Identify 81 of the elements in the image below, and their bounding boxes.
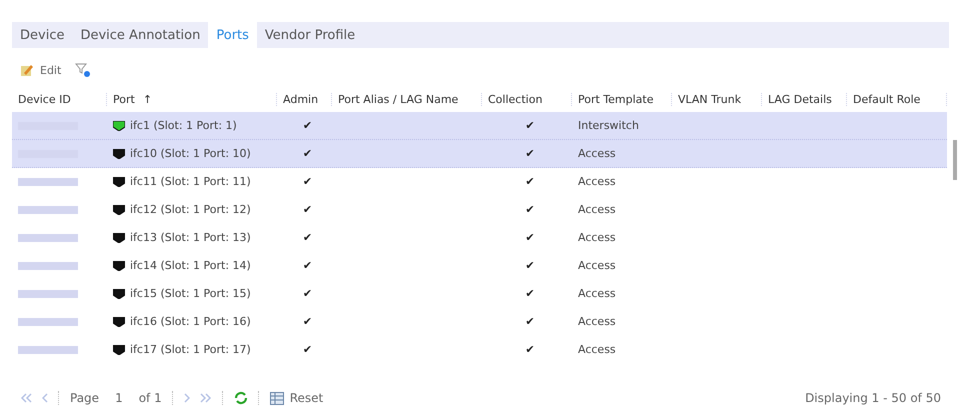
- check-mark: ✔: [302, 175, 312, 188]
- check-mark: ✔: [302, 119, 312, 132]
- page-input[interactable]: 1: [109, 391, 129, 405]
- redacted-block: [18, 318, 78, 326]
- filter-icon: [75, 62, 92, 78]
- check-mark: ✔: [525, 259, 535, 272]
- tab[interactable]: Vendor Profile: [256, 22, 364, 48]
- table-cell: Access: [578, 343, 616, 356]
- reset-button[interactable]: Reset: [270, 391, 324, 405]
- table-row[interactable]: ifc14 (Slot: 1 Port: 14) ✔ ✔ Access: [12, 252, 947, 280]
- column-header[interactable]: Default Role: [847, 93, 947, 106]
- tab[interactable]: Device: [12, 22, 72, 48]
- display-count: Displaying 1 - 50 of 50: [805, 391, 941, 405]
- tab[interactable]: Device Annotation: [72, 22, 208, 48]
- table-icon: [270, 392, 284, 404]
- refresh-icon[interactable]: [234, 391, 248, 405]
- check-mark: ✔: [525, 287, 535, 300]
- check-mark: ✔: [525, 147, 535, 160]
- table-row[interactable]: ifc16 (Slot: 1 Port: 16) ✔ ✔ Access: [12, 308, 947, 336]
- table-cell: ifc17 (Slot: 1 Port: 17): [130, 343, 251, 356]
- check-mark: ✔: [525, 175, 535, 188]
- edit-button[interactable]: Edit: [20, 63, 62, 77]
- table-row[interactable]: ifc13 (Slot: 1 Port: 13) ✔ ✔ Access: [12, 224, 947, 252]
- table-row[interactable]: ifc15 (Slot: 1 Port: 15) ✔ ✔ Access: [12, 280, 947, 308]
- table-row[interactable]: ifc11 (Slot: 1 Port: 11) ✔ ✔ Access: [12, 168, 947, 196]
- redacted-block: [18, 346, 78, 354]
- last-page-icon[interactable]: [200, 393, 212, 403]
- table-cell: ifc12 (Slot: 1 Port: 12): [130, 203, 251, 216]
- check-mark: ✔: [525, 119, 535, 132]
- page-label: Page: [70, 391, 100, 405]
- column-header[interactable]: Port Alias / LAG Name: [332, 93, 482, 106]
- pencil-icon: [20, 63, 34, 77]
- table-cell: ifc16 (Slot: 1 Port: 16): [130, 315, 251, 328]
- check-mark: ✔: [302, 315, 312, 328]
- redacted-block: [18, 290, 78, 298]
- column-header[interactable]: Port ↑: [107, 93, 277, 106]
- next-page-icon[interactable]: [184, 393, 190, 403]
- table-cell: Access: [578, 203, 616, 216]
- first-page-icon[interactable]: [20, 393, 32, 403]
- column-header[interactable]: VLAN Trunk: [672, 93, 762, 106]
- check-mark: ✔: [525, 203, 535, 216]
- table-row[interactable]: ifc1 (Slot: 1 Port: 1) ✔ ✔ Interswitch: [12, 112, 947, 140]
- check-mark: ✔: [302, 343, 312, 356]
- table-cell: ifc14 (Slot: 1 Port: 14): [130, 259, 251, 272]
- table-cell: ifc1 (Slot: 1 Port: 1): [130, 119, 237, 132]
- column-header[interactable]: LAG Details: [762, 93, 847, 106]
- filter-button[interactable]: [75, 62, 92, 78]
- check-mark: ✔: [525, 231, 535, 244]
- table-cell: Access: [578, 175, 616, 188]
- table-cell: Access: [578, 287, 616, 300]
- table-cell: Interswitch: [578, 119, 639, 132]
- check-mark: ✔: [525, 315, 535, 328]
- column-header[interactable]: Collection: [482, 93, 572, 106]
- table-cell: Access: [578, 259, 616, 272]
- table-row[interactable]: ifc17 (Slot: 1 Port: 17) ✔ ✔ Access: [12, 336, 947, 364]
- previous-page-icon[interactable]: [42, 393, 48, 403]
- page-count: of 1: [138, 391, 162, 405]
- check-mark: ✔: [302, 203, 312, 216]
- table-cell: ifc13 (Slot: 1 Port: 13): [130, 231, 251, 244]
- table-cell: Access: [578, 147, 616, 160]
- check-mark: ✔: [525, 343, 535, 356]
- check-mark: ✔: [302, 147, 312, 160]
- column-header[interactable]: Admin: [277, 93, 332, 106]
- column-header[interactable]: Device ID: [12, 93, 107, 106]
- check-mark: ✔: [302, 287, 312, 300]
- redacted-block: [18, 262, 78, 270]
- table-cell: ifc10 (Slot: 1 Port: 10): [130, 147, 251, 160]
- column-header[interactable]: Port Template: [572, 93, 672, 106]
- table-cell: Access: [578, 231, 616, 244]
- tab[interactable]: Ports: [208, 22, 257, 48]
- redacted-block: [18, 178, 78, 186]
- table-cell: ifc11 (Slot: 1 Port: 11): [130, 175, 251, 188]
- redacted-block: [18, 206, 78, 214]
- redacted-block: [18, 234, 78, 242]
- check-mark: ✔: [302, 259, 312, 272]
- table-row[interactable]: ifc10 (Slot: 1 Port: 10) ✔ ✔ Access: [12, 140, 947, 168]
- scrollbar[interactable]: [953, 140, 957, 180]
- check-mark: ✔: [302, 231, 312, 244]
- table-row[interactable]: ifc12 (Slot: 1 Port: 12) ✔ ✔ Access: [12, 196, 947, 224]
- table-cell: ifc15 (Slot: 1 Port: 15): [130, 287, 251, 300]
- table-cell: Access: [578, 315, 616, 328]
